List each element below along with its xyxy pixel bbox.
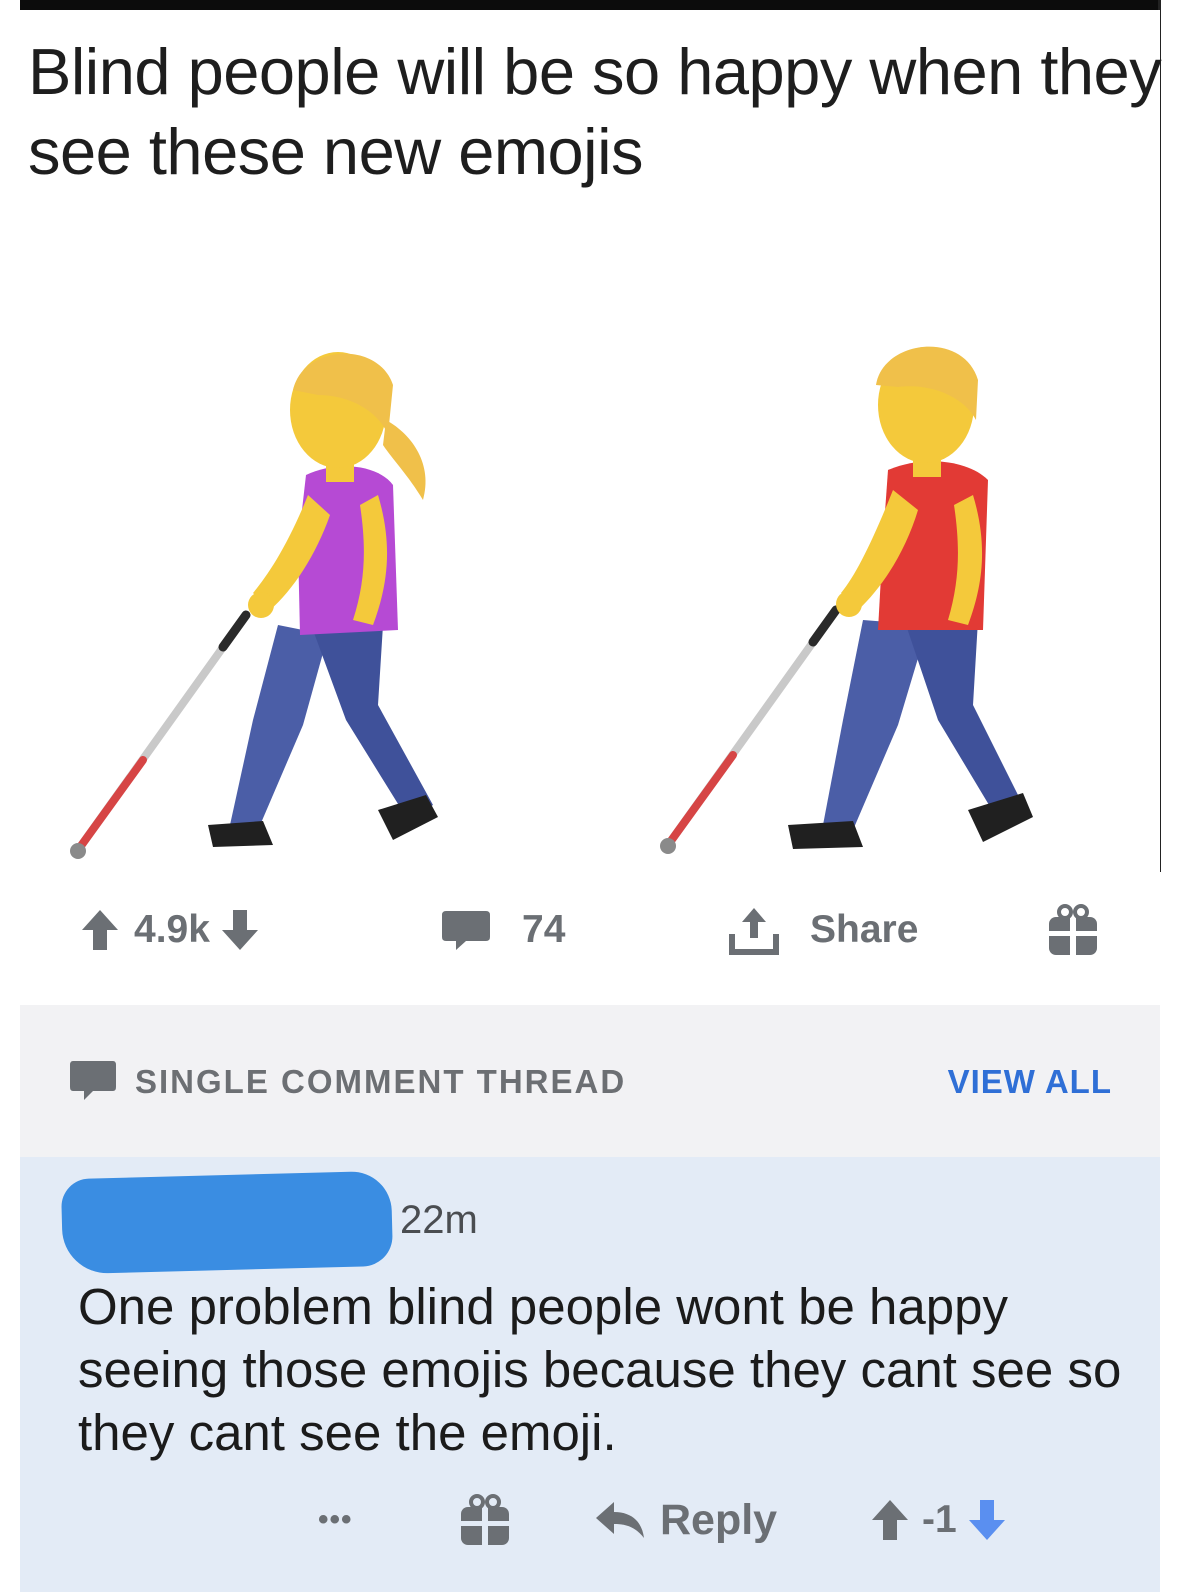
downvote-arrow-icon[interactable]	[220, 906, 260, 954]
thread-header-label: SINGLE COMMENT THREAD	[135, 1063, 627, 1100]
post-action-bar: 4.9k 74 Share	[0, 880, 1200, 995]
reply-arrow-icon	[596, 1502, 644, 1538]
comment-bubble-icon	[70, 1061, 116, 1100]
share-button[interactable]: Share	[728, 902, 918, 958]
reply-button[interactable]: Reply	[594, 1490, 777, 1550]
single-comment-thread-header: SINGLE COMMENT THREAD VIEW ALL	[20, 1005, 1160, 1157]
comment-score: -1	[922, 1498, 957, 1541]
post-image[interactable]: Blind people will be so happy when they …	[20, 10, 1162, 872]
comment-vote-group: -1	[870, 1490, 1007, 1550]
post-vote-group: 4.9k	[80, 902, 260, 958]
comment-body: One problem blind people wont be happy s…	[78, 1278, 1122, 1461]
comments-button[interactable]: 74	[440, 902, 565, 958]
comment-award-button[interactable]	[458, 1490, 512, 1550]
comment-timestamp: 22m	[400, 1198, 478, 1242]
comment-bubble-icon	[442, 911, 490, 950]
downvote-arrow-icon[interactable]	[967, 1496, 1007, 1544]
reply-label: Reply	[660, 1495, 778, 1544]
view-all-link[interactable]: VIEW ALL	[948, 1063, 1112, 1101]
meme-caption: Blind people will be so happy when they …	[28, 35, 1162, 188]
gift-award-icon	[461, 1494, 509, 1545]
comment-count: 74	[522, 908, 566, 951]
award-button[interactable]	[1046, 902, 1100, 958]
woman-with-white-cane-icon	[70, 352, 438, 859]
redacted-username	[60, 1170, 394, 1275]
meme-top-border	[20, 0, 1160, 10]
gift-award-icon	[1049, 904, 1097, 955]
post-score: 4.9k	[134, 908, 210, 951]
upvote-arrow-icon[interactable]	[870, 1496, 910, 1544]
upvote-arrow-icon[interactable]	[80, 906, 120, 954]
more-options-button[interactable]: •••	[318, 1490, 353, 1550]
more-options-dots: •••	[318, 1503, 353, 1536]
share-upload-icon	[729, 908, 779, 955]
man-with-white-cane-icon	[660, 346, 1033, 854]
share-label: Share	[810, 908, 919, 951]
